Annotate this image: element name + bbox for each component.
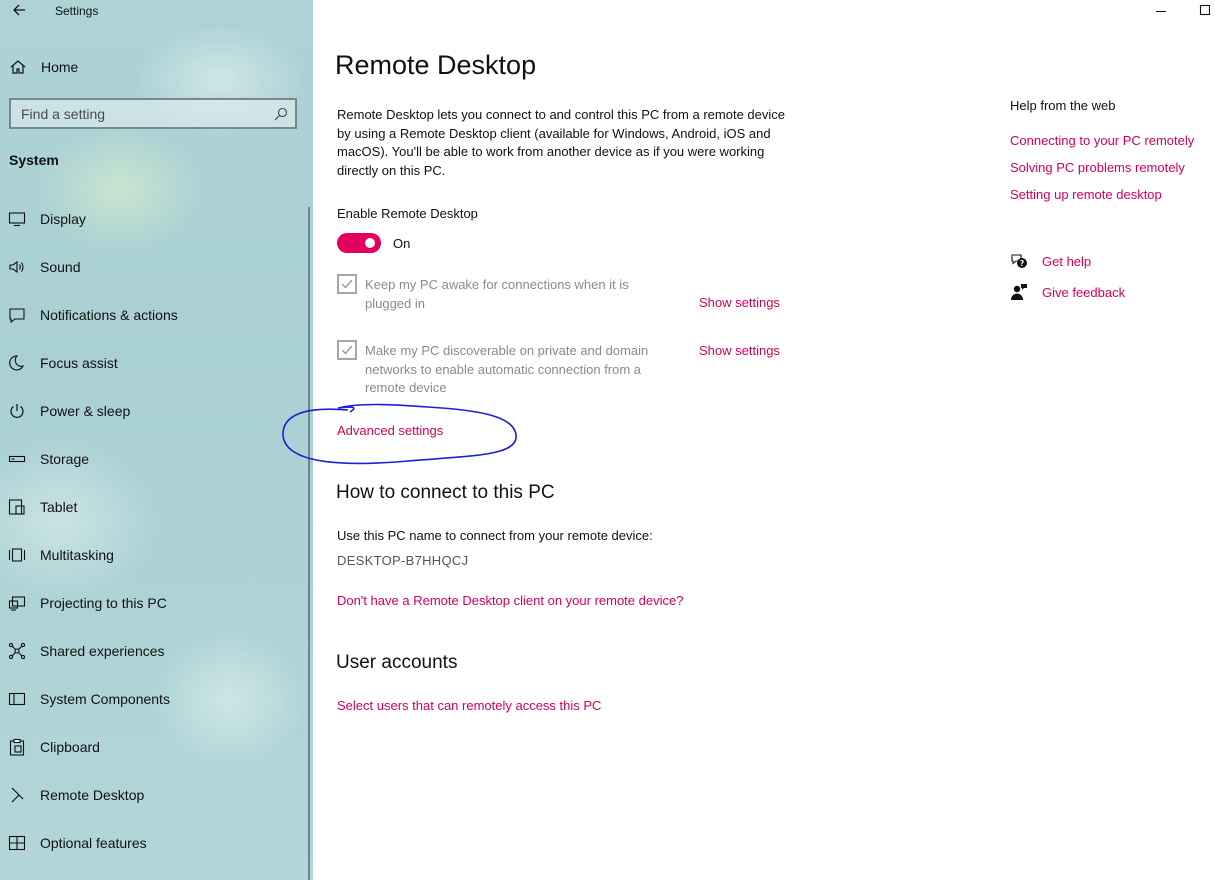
title-bar: Settings [0,0,313,24]
app-title: Settings [55,4,99,18]
discoverable-checkbox[interactable] [337,340,357,360]
sidebar-item-label: Display [40,211,86,227]
sidebar-item-label: Remote Desktop [40,787,145,803]
no-client-link[interactable]: Don't have a Remote Desktop client on yo… [337,593,683,608]
section-title-system: System [9,152,59,168]
sidebar-item-notifications[interactable]: Notifications & actions [0,295,306,335]
sidebar-item-label: Projecting to this PC [40,595,167,611]
search-box[interactable] [9,98,297,129]
search-input[interactable] [11,100,295,127]
home-icon [10,60,26,74]
storage-icon [8,455,26,463]
sidebar-item-shared-experiences[interactable]: Shared experiences [0,631,306,671]
sidebar-item-power-sleep[interactable]: Power & sleep [0,391,306,431]
sidebar-item-label: Focus assist [40,355,118,371]
pc-name-label: Use this PC name to connect from your re… [337,528,653,543]
give-feedback-icon [1011,284,1027,300]
search-icon[interactable] [273,106,289,122]
toggle-knob [365,238,375,248]
projecting-icon [8,596,26,611]
sidebar-item-focus-assist[interactable]: Focus assist [0,343,306,383]
svg-text:?: ? [1020,259,1024,268]
minimize-icon[interactable] [1154,4,1168,18]
sidebar-item-label: Power & sleep [40,403,131,419]
sidebar-item-label: Optional features [40,835,147,851]
checkmark-icon [341,279,353,289]
select-users-link[interactable]: Select users that can remotely access th… [337,698,601,713]
sidebar-item-label: System Components [40,691,170,707]
maximize-icon[interactable] [1198,4,1212,18]
sidebar-item-label: Multitasking [40,547,114,563]
display-icon [8,212,26,227]
back-arrow-icon[interactable] [9,0,29,20]
focus-assist-icon [9,355,25,371]
help-link-solving[interactable]: Solving PC problems remotely [1010,160,1185,175]
description: Remote Desktop lets you connect to and c… [337,107,785,178]
sidebar-item-display[interactable]: Display [0,199,306,239]
sidebar-item-multitasking[interactable]: Multitasking [0,535,306,575]
help-link-setting-up[interactable]: Setting up remote desktop [1010,187,1162,202]
sidebar-item-remote-desktop[interactable]: Remote Desktop [0,775,306,815]
get-help-icon: ? [1011,254,1027,268]
system-components-icon [8,692,26,706]
page-title: Remote Desktop [335,50,537,80]
pc-name-value: DESKTOP-B7HHQCJ [337,553,469,568]
sidebar-item-label: Storage [40,451,90,467]
sidebar-item-label: Clipboard [40,739,100,755]
show-settings-link-1[interactable]: Show settings [699,295,780,310]
sound-icon [9,260,24,274]
multitasking-icon [8,548,26,562]
sidebar-item-clipboard[interactable]: Clipboard [0,727,306,767]
home-button[interactable]: Home [0,52,313,82]
help-link-connecting[interactable]: Connecting to your PC remotely [1010,133,1194,148]
home-label: Home [41,59,79,75]
help-from-web-title: Help from the web [1010,98,1116,113]
sidebar-item-projecting[interactable]: Projecting to this PC [0,583,306,623]
sidebar: Settings Home System Display Sound [0,0,313,880]
notifications-icon [9,308,25,324]
sidebar-item-storage[interactable]: Storage [0,439,306,479]
sidebar-item-label: Tablet [40,499,78,515]
enable-remote-desktop-label: Enable Remote Desktop [337,206,478,221]
remote-desktop-icon [11,787,24,803]
sidebar-item-sound[interactable]: Sound [0,247,306,287]
clipboard-icon [9,738,25,756]
sidebar-item-label: Shared experiences [40,643,165,659]
advanced-settings-link[interactable]: Advanced settings [337,423,443,438]
how-to-connect-heading: How to connect to this PC [336,482,555,503]
checkmark-icon [341,345,353,355]
sidebar-scrollbar[interactable] [308,207,310,880]
sidebar-item-system-components[interactable]: System Components [0,679,306,719]
tablet-icon [8,499,25,515]
sidebar-item-label: Notifications & actions [40,307,178,323]
keep-awake-label: Keep my PC awake for connections when it… [365,277,629,311]
enable-remote-desktop-toggle[interactable] [337,233,381,253]
sidebar-item-label: Sound [40,259,81,275]
keep-awake-checkbox[interactable] [337,274,357,294]
show-settings-link-2[interactable]: Show settings [699,343,780,358]
shared-experiences-icon [8,642,26,660]
sidebar-item-optional-features[interactable]: Optional features [0,823,306,863]
discoverable-label: Make my PC discoverable on private and d… [365,343,649,395]
user-accounts-heading: User accounts [336,652,458,673]
power-icon [10,404,24,418]
optional-features-icon [8,835,26,851]
get-help-link[interactable]: Get help [1042,254,1091,269]
give-feedback-link[interactable]: Give feedback [1042,285,1125,300]
sidebar-item-tablet[interactable]: Tablet [0,487,306,527]
toggle-state-label: On [393,236,411,251]
